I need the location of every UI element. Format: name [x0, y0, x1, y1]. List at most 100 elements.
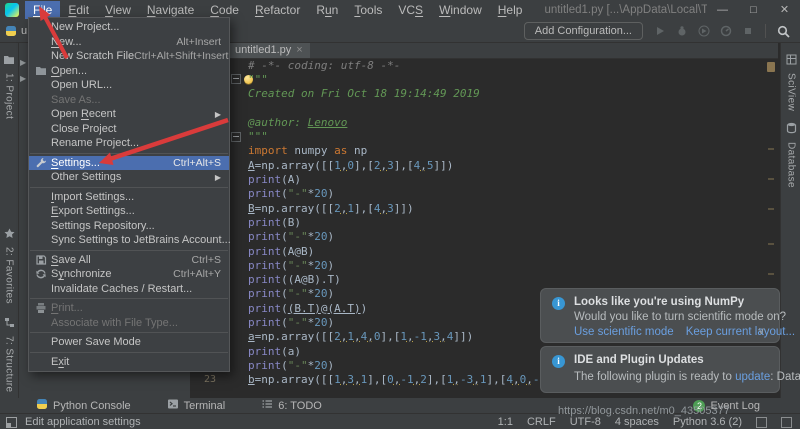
add-configuration-button[interactable]: Add Configuration... [524, 22, 643, 40]
toolwindow-button-1-project[interactable]: 1: Project [3, 52, 15, 119]
stop-icon[interactable] [741, 25, 754, 38]
status-item-utf-8[interactable]: UTF-8 [570, 416, 601, 428]
code-line-3[interactable]: 3Created on Fri Oct 18 19:14:49 2019 [190, 87, 778, 101]
close-tab-icon[interactable]: × [296, 44, 302, 56]
file-menu-item-new[interactable]: New...Alt+Insert [29, 35, 229, 50]
code-line-14[interactable]: 14print(A@B) [190, 244, 778, 258]
file-menu-item-import-settings[interactable]: Import Settings... [29, 190, 229, 205]
status-item-4-spaces[interactable]: 4 spaces [615, 416, 659, 428]
menu-item-label: Invalidate Caches / Restart... [51, 283, 192, 295]
scrollbar-thumb[interactable] [767, 62, 775, 72]
menu-item-label: Print... [51, 302, 83, 314]
toolwindow-button-python-console[interactable]: Python Console [36, 398, 131, 413]
code-line-7[interactable]: 7import numpy as np [190, 144, 778, 158]
code-line-1[interactable]: 1# -*- coding: utf-8 -*- [190, 58, 778, 72]
file-menu-item-settings[interactable]: Settings...Ctrl+Alt+S [29, 156, 229, 171]
code-line-2[interactable]: 2""" [190, 72, 778, 86]
toolwindow-button-database[interactable]: Database [786, 121, 797, 188]
update-link[interactable]: update [735, 371, 770, 383]
code-line-15[interactable]: 15print("-"*20) [190, 258, 778, 272]
file-menu-item-export-settings[interactable]: Export Settings... [29, 204, 229, 219]
toolwindow-button-sciview[interactable]: SciView [786, 52, 797, 111]
file-menu-item-close-project[interactable]: Close Project [29, 122, 229, 137]
toolwindow-button-6-todo[interactable]: 6: TODO [261, 398, 322, 413]
run-icon[interactable] [653, 25, 666, 38]
left-toolwindow-bar: 1: Project 2: Favorites 7: Structure [0, 42, 19, 398]
status-item-python-3-6-2[interactable]: Python 3.6 (2) [673, 416, 742, 428]
file-menu-item-print[interactable]: Print... [29, 301, 229, 316]
file-menu-item-open[interactable]: Open... [29, 64, 229, 79]
database-icon [786, 121, 797, 139]
search-icon[interactable] [777, 25, 790, 38]
chevron-down-icon[interactable]: ∨ [758, 326, 765, 337]
toolwindow-button-label: Database [786, 142, 797, 188]
menu-item-label: Sync Settings to JetBrains Account... [51, 234, 231, 246]
tree-expand-icon[interactable]: ▶ [20, 58, 26, 67]
file-menu-item-settings-repository[interactable]: Settings Repository... [29, 219, 229, 234]
code-line-13[interactable]: 13print("-"*20) [190, 230, 778, 244]
file-menu-item-open-recent[interactable]: Open Recent▶ [29, 107, 229, 122]
code-line-4[interactable]: 4 [190, 101, 778, 115]
file-menu-item-rename-project[interactable]: Rename Project... [29, 136, 229, 151]
file-menu-item-exit[interactable]: Exit [29, 355, 229, 370]
profiler-icon[interactable] [719, 25, 732, 38]
file-menu-item-save-all[interactable]: Save AllCtrl+S [29, 253, 229, 268]
menu-item-label: New Project... [51, 21, 119, 33]
editor-tab-untitled1[interactable]: untitled1.py × [228, 42, 310, 58]
menu-run[interactable]: Run [308, 1, 346, 19]
tree-expand-icon[interactable]: ▶ [20, 74, 26, 83]
toolwindow-button-2-favorites[interactable]: 2: Favorites [4, 226, 15, 304]
line-number: 23 [190, 374, 218, 385]
file-menu-item-new-project[interactable]: New Project... [29, 20, 229, 35]
code-line-6[interactable]: 6""" [190, 129, 778, 143]
menu-item-label: Save As... [51, 94, 101, 106]
code-line-5[interactable]: 5@author: Lenovo [190, 115, 778, 129]
menu-separator [30, 153, 228, 154]
file-menu-item-new-scratch-file[interactable]: New Scratch FileCtrl+Alt+Shift+Insert [29, 49, 229, 64]
menu-vcs[interactable]: VCS [390, 1, 431, 19]
status-item-1-1[interactable]: 1:1 [498, 416, 513, 428]
lock-icon[interactable] [756, 417, 767, 428]
file-menu-item-open-url[interactable]: Open URL... [29, 78, 229, 93]
file-menu-item-invalidate-caches-restart[interactable]: Invalidate Caches / Restart... [29, 282, 229, 297]
fold-marker-icon[interactable] [231, 74, 241, 84]
menu-help[interactable]: Help [490, 1, 531, 19]
file-menu-dropdown: New Project... New...Alt+InsertNew Scratc… [28, 17, 230, 372]
file-menu-item-sync-settings-to-jetbrains-account[interactable]: Sync Settings to JetBrains Account... [29, 233, 229, 248]
code-text: print(a) [248, 345, 301, 358]
keep-current-layout-link[interactable]: Keep current layout... [686, 326, 795, 338]
minimize-button[interactable]: — [707, 0, 738, 20]
file-menu-item-other-settings[interactable]: Other Settings▶ [29, 170, 229, 185]
toolwindow-button-terminal[interactable]: Terminal [167, 398, 226, 413]
code-line-10[interactable]: 10print("-"*20) [190, 187, 778, 201]
menu-item-label: Open... [51, 65, 87, 77]
layout-indicator-icon[interactable] [781, 417, 792, 428]
maximize-button[interactable]: □ [738, 0, 769, 20]
debug-icon[interactable] [675, 25, 688, 38]
file-menu-item-synchronize[interactable]: SynchronizeCtrl+Alt+Y [29, 267, 229, 282]
file-menu-item-associate-with-file-type[interactable]: Associate with File Type... [29, 316, 229, 331]
close-button[interactable]: ✕ [769, 0, 800, 20]
code-text: print("-"*20) [248, 230, 334, 243]
menu-window[interactable]: Window [431, 1, 490, 19]
file-menu-item-save-as[interactable]: Save As... [29, 93, 229, 108]
menu-refactor[interactable]: Refactor [247, 1, 308, 19]
code-text: print("-"*20) [248, 259, 334, 272]
toolwindow-button-label: Python Console [53, 400, 131, 412]
toolwindow-button-7-structure[interactable]: 7: Structure [4, 315, 15, 393]
toolwindow-switcher-icon[interactable] [6, 417, 17, 428]
use-scientific-mode-link[interactable]: Use scientific mode [574, 326, 674, 338]
code-line-8[interactable]: 8A=np.array([[1,0],[2,3],[4,5]]) [190, 158, 778, 172]
coverage-icon[interactable] [697, 25, 710, 38]
status-item-crlf[interactable]: CRLF [527, 416, 556, 428]
code-line-11[interactable]: 11B=np.array([[2,1],[4,3]]) [190, 201, 778, 215]
code-line-16[interactable]: 16print((A@B).T) [190, 272, 778, 286]
code-line-9[interactable]: 9print(A) [190, 172, 778, 186]
file-menu-item-power-save-mode[interactable]: Power Save Mode [29, 335, 229, 350]
notification-body: Would you like to turn scientific mode o… [574, 311, 786, 323]
menu-tools[interactable]: Tools [346, 1, 390, 19]
code-line-12[interactable]: 12print(B) [190, 215, 778, 229]
numpy-notification: i Looks like you're using NumPy Would yo… [540, 288, 780, 343]
fold-marker-icon[interactable] [231, 132, 241, 142]
toolwindow-button-label: Terminal [184, 400, 226, 412]
